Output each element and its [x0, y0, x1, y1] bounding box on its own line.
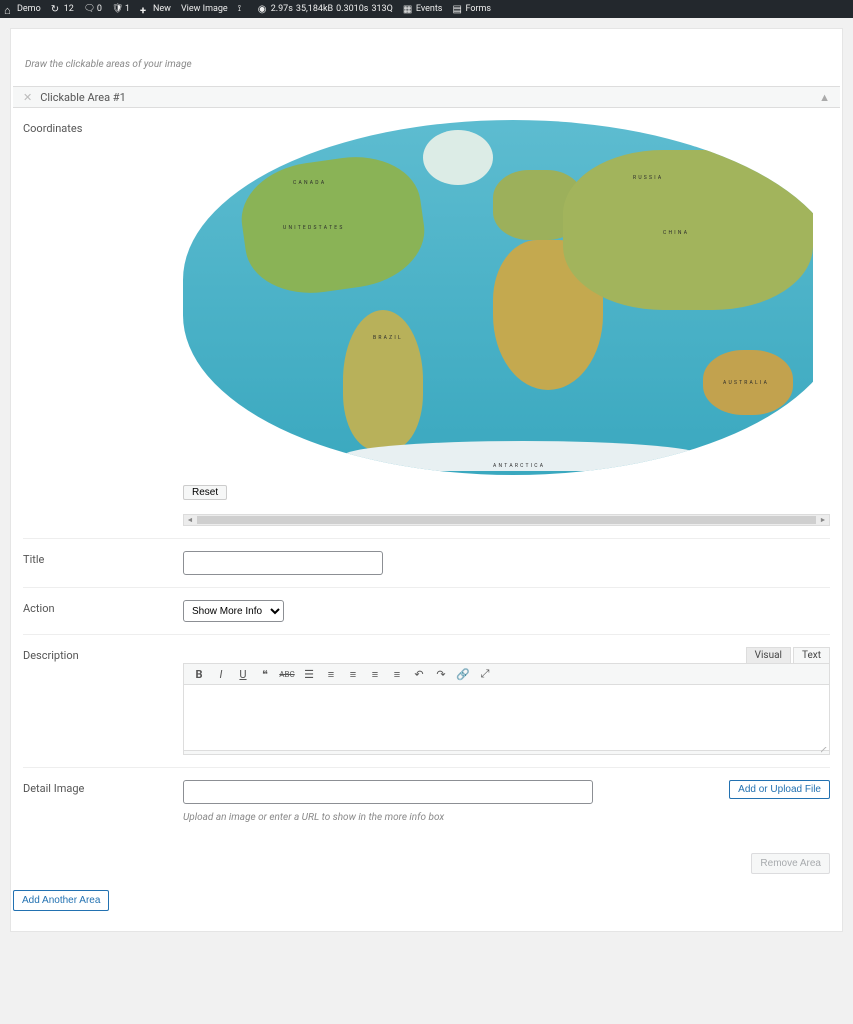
map-label-us: U n i t e d S t a t e s	[283, 225, 343, 231]
map-legend: body / country island / island group reg…	[195, 122, 259, 133]
adminbar-qm-time: 2.97s	[271, 4, 293, 14]
adminbar-wp-rocket[interactable]: ⟟	[238, 4, 248, 14]
map-label-russia: R u s s i a	[633, 175, 662, 181]
adminbar-site-name: Demo	[17, 4, 41, 14]
map-label-china: C h i n a	[663, 230, 687, 236]
map-horizontal-scrollbar[interactable]: ◄ ►	[183, 514, 830, 526]
label-description: Description	[23, 647, 183, 662]
area-header[interactable]: ✕ Clickable Area #1 ▲	[13, 86, 840, 108]
row-title: Title	[23, 539, 830, 588]
map-asia	[563, 150, 813, 310]
bulletlist-button[interactable]: ☰	[302, 667, 316, 681]
forms-icon	[452, 4, 462, 14]
adminbar-new-label: New	[153, 4, 171, 14]
adminbar-security-count: 1	[125, 4, 130, 14]
updates-icon	[51, 4, 61, 14]
page-body: Draw the clickable areas of your image ✕…	[0, 18, 853, 942]
italic-button[interactable]: I	[214, 667, 228, 681]
adminbar-forms[interactable]: Forms	[452, 4, 491, 14]
adminbar-updates[interactable]: 12	[51, 4, 74, 14]
action-select[interactable]: Show More Info	[183, 600, 284, 622]
row-coordinates: Coordinates body / country island / isla…	[23, 120, 830, 539]
adminbar-querymonitor[interactable]: 2.97s 35,184kB 0.3010s 313Q	[258, 4, 393, 14]
add-upload-file-button[interactable]: Add or Upload File	[729, 780, 830, 799]
comment-icon	[84, 4, 94, 14]
map-label-brazil: B r a z i l	[373, 335, 401, 341]
detail-image-input[interactable]	[183, 780, 593, 804]
map-label-canada: C a n a d a	[293, 180, 325, 186]
wysiwyg-editor: Visual Text B I U ❝ ABC ☰ ≡ ≡ ≡ ≡	[183, 647, 830, 755]
adminbar-view-image[interactable]: View Image	[181, 4, 228, 14]
blockquote-button[interactable]: ❝	[258, 667, 272, 681]
admin-bar: Demo 12 0 1 New View Image ⟟ 2.97s 35,18…	[0, 0, 853, 18]
redo-button[interactable]: ↷	[434, 667, 448, 681]
area-remove-icon[interactable]: ✕	[23, 91, 32, 104]
numberlist-button[interactable]: ≡	[324, 667, 338, 681]
area-body: Coordinates body / country island / isla…	[11, 108, 842, 839]
adminbar-new[interactable]: New	[140, 4, 171, 14]
adminbar-comments[interactable]: 0	[84, 4, 102, 14]
shield-icon	[112, 4, 122, 14]
rocket-icon: ⟟	[238, 4, 248, 14]
strikethrough-button[interactable]: ABC	[280, 667, 294, 681]
home-icon	[4, 4, 14, 14]
row-detail-image: Detail Image Add or Upload File Upload a…	[23, 768, 830, 835]
adminbar-security[interactable]: 1	[112, 4, 130, 14]
calendar-icon	[403, 4, 413, 14]
alignleft-button[interactable]: ≡	[346, 667, 360, 681]
adminbar-events-label: Events	[416, 4, 443, 14]
bold-button[interactable]: B	[192, 667, 206, 681]
adminbar-qm-mem: 35,184kB	[296, 4, 333, 14]
title-input[interactable]	[183, 551, 383, 575]
link-button[interactable]: 🔗	[456, 667, 470, 681]
underline-button[interactable]: U	[236, 667, 250, 681]
adminbar-comments-count: 0	[97, 4, 102, 14]
editor-tab-visual[interactable]: Visual	[746, 647, 791, 663]
row-add-area: Add Another Area	[11, 876, 842, 911]
control-coordinates: body / country island / island group reg…	[183, 120, 830, 526]
alignright-button[interactable]: ≡	[390, 667, 404, 681]
area-title: Clickable Area #1	[40, 91, 126, 104]
gauge-icon	[258, 4, 268, 14]
label-coordinates: Coordinates	[23, 120, 183, 135]
editor-tab-text[interactable]: Text	[793, 647, 830, 663]
map-label-ant: A n t a r c t i c a	[493, 463, 544, 469]
label-detail-image: Detail Image	[23, 780, 183, 795]
row-action: Action Show More Info	[23, 588, 830, 635]
adminbar-events[interactable]: Events	[403, 4, 443, 14]
scroll-right-icon[interactable]: ►	[817, 516, 829, 524]
reset-button[interactable]: Reset	[183, 485, 227, 500]
adminbar-view-image-label: View Image	[181, 4, 228, 14]
add-another-area-button[interactable]: Add Another Area	[13, 890, 109, 911]
scroll-left-icon[interactable]: ◄	[184, 516, 196, 524]
editor-content[interactable]	[183, 685, 830, 751]
editor-toolbar: B I U ❝ ABC ☰ ≡ ≡ ≡ ≡ ↶ ↷ 🔗 ⤢	[183, 663, 830, 685]
fullscreen-button[interactable]: ⤢	[478, 667, 492, 681]
instruction-text: Draw the clickable areas of your image	[11, 41, 842, 78]
world-map-image[interactable]: body / country island / island group reg…	[183, 120, 813, 475]
metabox: Draw the clickable areas of your image ✕…	[10, 28, 843, 932]
detail-image-help: Upload an image or enter a URL to show i…	[183, 812, 830, 823]
adminbar-qm-db: 0.3010s	[336, 4, 368, 14]
adminbar-updates-count: 12	[64, 4, 74, 14]
editor-resize-handle[interactable]	[183, 751, 830, 755]
label-action: Action	[23, 600, 183, 615]
remove-area-button[interactable]: Remove Area	[751, 853, 830, 874]
area-collapse-icon[interactable]: ▲	[819, 91, 830, 104]
aligncenter-button[interactable]: ≡	[368, 667, 382, 681]
row-description: Description Visual Text B I U ❝ ABC ☰ ≡	[23, 635, 830, 768]
plus-icon	[140, 4, 150, 14]
adminbar-forms-label: Forms	[465, 4, 491, 14]
label-title: Title	[23, 551, 183, 566]
map-south-america	[343, 310, 423, 450]
adminbar-qm-q: 313Q	[371, 4, 392, 14]
map-draw-canvas[interactable]: body / country island / island group reg…	[183, 120, 813, 475]
map-label-aus: A u s t r a l i a	[723, 380, 767, 386]
adminbar-site[interactable]: Demo	[4, 4, 41, 14]
undo-button[interactable]: ↶	[412, 667, 426, 681]
scroll-thumb[interactable]	[197, 516, 816, 524]
map-greenland	[423, 130, 493, 185]
row-remove: Remove Area	[11, 839, 842, 876]
